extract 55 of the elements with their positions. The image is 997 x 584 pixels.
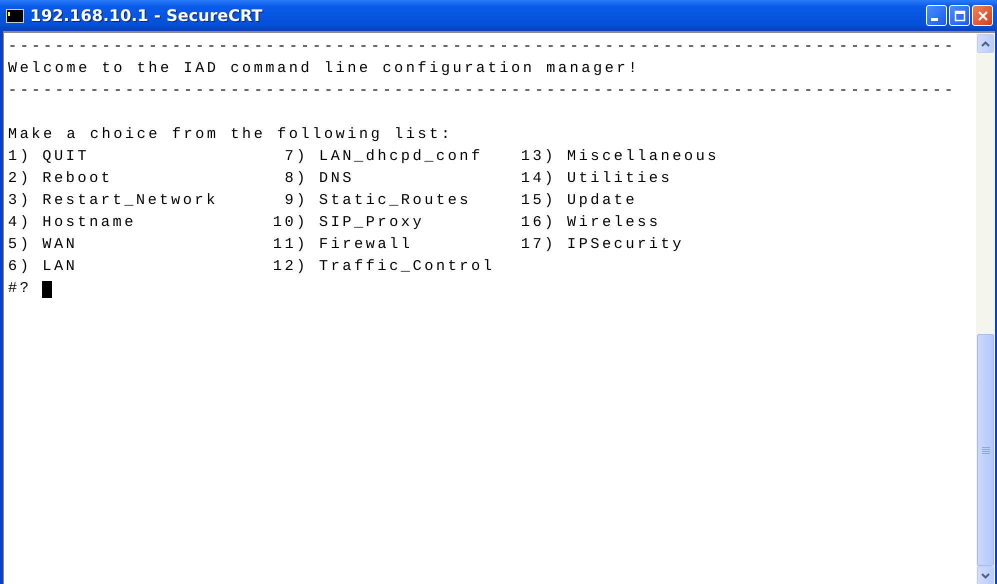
minimize-icon xyxy=(930,18,938,21)
option-number: 15) xyxy=(520,191,556,211)
option-number: 5) xyxy=(8,235,32,255)
shell-prompt: #? xyxy=(8,279,32,299)
option-label: Update xyxy=(567,191,638,211)
option-label: Hostname xyxy=(42,213,136,233)
dashed-rule: --------------------------------------------------------------------------------- xyxy=(8,81,957,101)
option-number: 13) xyxy=(520,147,556,167)
option-number: 6) xyxy=(8,257,32,277)
option-label: Restart_Network xyxy=(42,191,218,211)
option-number: 1) xyxy=(8,147,32,167)
option-number: 7) xyxy=(284,147,308,167)
option-label: DNS xyxy=(319,169,354,189)
chevron-down-icon xyxy=(981,572,990,578)
option-number: 3) xyxy=(8,191,32,211)
option-label: Wireless xyxy=(567,213,661,233)
option-number: 16) xyxy=(520,213,556,233)
option-number: 2) xyxy=(8,169,32,189)
option-number: 8) xyxy=(284,169,308,189)
close-icon xyxy=(976,10,988,22)
window-title: 192.168.10.1 - SecureCRT xyxy=(30,6,264,25)
menu-heading: Make a choice from the following list: xyxy=(8,125,454,145)
option-label: Reboot xyxy=(42,169,113,189)
option-label: LAN xyxy=(42,257,78,277)
option-label: Miscellaneous xyxy=(567,147,720,167)
option-number: 12) xyxy=(272,257,308,277)
option-number: 9) xyxy=(284,191,308,211)
option-label: Utilities xyxy=(567,169,672,189)
option-number: 14) xyxy=(520,169,556,189)
option-label: QUIT xyxy=(42,147,90,167)
option-number: 10) xyxy=(272,213,308,233)
scroll-down-button[interactable] xyxy=(977,566,994,584)
maximize-icon xyxy=(954,10,966,22)
maximize-button[interactable] xyxy=(949,5,970,26)
option-label: LAN_dhcpd_conf xyxy=(319,147,483,167)
minimize-button[interactable] xyxy=(926,5,947,26)
grip-icon xyxy=(982,446,990,454)
option-label: Firewall xyxy=(319,235,413,255)
terminal-app-icon xyxy=(6,8,24,22)
scrollbar-thumb[interactable] xyxy=(977,334,994,566)
option-label: Static_Routes xyxy=(319,191,472,211)
vertical-scrollbar[interactable] xyxy=(976,33,995,584)
option-number: 4) xyxy=(8,213,32,233)
option-label: IPSecurity xyxy=(567,235,684,255)
option-label: WAN xyxy=(42,235,78,255)
welcome-message: Welcome to the IAD command line configuration manager! xyxy=(8,59,641,79)
close-button[interactable] xyxy=(972,5,993,26)
option-label: Traffic_Control xyxy=(319,257,495,277)
option-number: 17) xyxy=(520,235,556,255)
option-label: SIP_Proxy xyxy=(319,213,424,233)
option-number: 11) xyxy=(272,235,308,255)
dashed-rule: --------------------------------------------------------------------------------- xyxy=(8,37,957,57)
chevron-up-icon xyxy=(981,40,990,46)
text-cursor xyxy=(42,280,52,298)
scroll-up-button[interactable] xyxy=(977,34,994,53)
